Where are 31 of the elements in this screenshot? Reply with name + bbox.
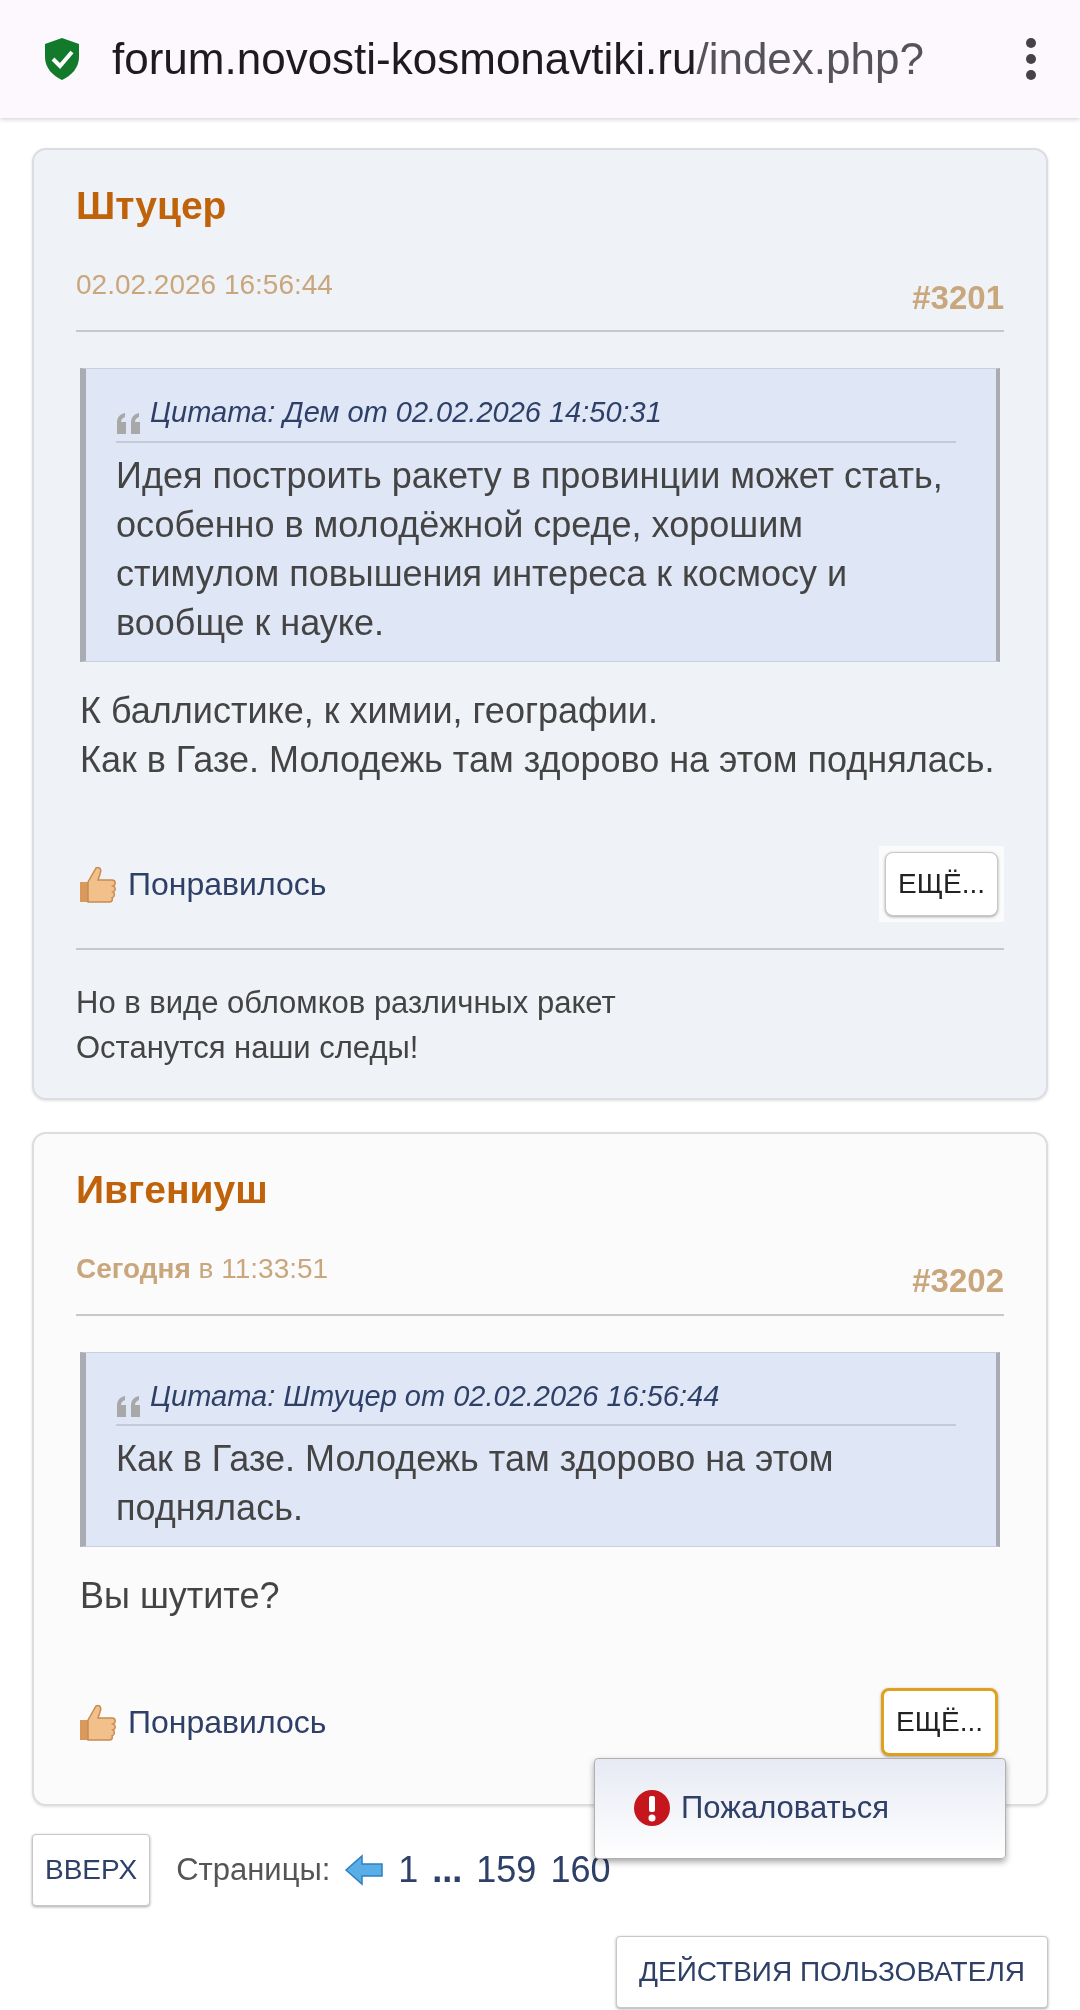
quote-header: Цитата: Штуцер от 02.02.2026 16:56:44	[150, 1378, 720, 1414]
post-text: Как в Газе. Молодежь там здорово на этом поднялась.	[80, 737, 996, 782]
quote-mark-icon	[116, 1396, 142, 1418]
quote-mark-icon	[116, 412, 142, 435]
username[interactable]: Штуцер	[76, 180, 1004, 232]
quote-text: Идея построить ракету в провинции может стать, особенно в молодёжной среде, хорошим стимулом повышения интереса к космосу и вообще к науке.	[116, 453, 944, 645]
quote-header: Цитата: Дем от 02.02.2026 14:50:31	[150, 395, 662, 430]
username[interactable]: Ивгениуш	[76, 1163, 1004, 1216]
more-button[interactable]: ЕЩЁ...	[885, 851, 998, 916]
post-text: К баллистике, к химии, географии.	[80, 688, 659, 733]
security-shield-icon	[42, 36, 82, 82]
quote-text: Как в Газе. Молодежь там здорово на этом поднялась.	[116, 1437, 835, 1530]
post-text: Вы шутите?	[80, 1574, 281, 1618]
pages-label: Страницы:	[176, 1850, 331, 1889]
signature-text: Но в виде обломков различных ракет	[76, 983, 617, 1022]
user-actions-button[interactable]: ДЕЙСТВИЯ ПОЛЬЗОВАТЕЛЯ	[616, 1936, 1048, 2008]
more-menu-icon[interactable]	[1024, 37, 1038, 81]
page-link[interactable]: 1	[398, 1843, 419, 1897]
left-arrow-icon[interactable]	[344, 1854, 385, 1886]
pagination-ellipsis: ...	[432, 1848, 463, 1892]
alert-icon	[633, 1789, 671, 1828]
page-link[interactable]: 160	[550, 1843, 611, 1897]
top-button[interactable]: ВВЕРХ	[32, 1834, 151, 1906]
post-date: Сегодня в 11:33:51	[76, 1251, 329, 1286]
like-button[interactable]: Понравилось	[76, 859, 327, 908]
page-link[interactable]: 159	[476, 1843, 537, 1897]
signature-text: Останутся наши следы!	[76, 1028, 420, 1067]
more-button[interactable]: ЕЩЁ...	[881, 1688, 998, 1756]
menu-item[interactable]: Пожаловаться	[633, 1785, 967, 1832]
like-button[interactable]: Понравилось	[76, 1698, 327, 1746]
post-date: 02.02.2026 16:56:44	[76, 268, 333, 302]
